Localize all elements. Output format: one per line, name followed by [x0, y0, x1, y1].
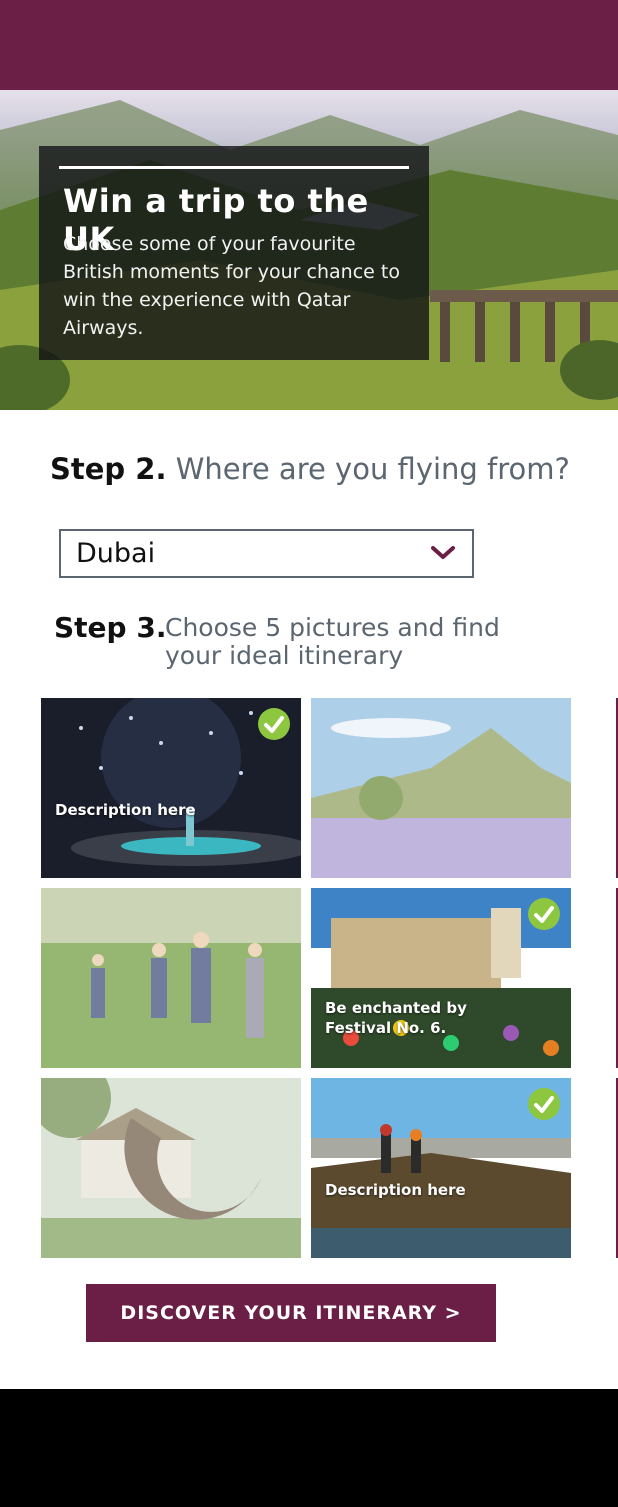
chevron-down-icon: [430, 545, 456, 565]
tile-overlay: [311, 698, 571, 878]
top-brand-bar: [0, 0, 618, 90]
tile-caption: Description here: [55, 801, 196, 819]
picture-tile[interactable]: Be enchanted by Festival No. 6.: [311, 888, 571, 1068]
tile-overlay: [41, 888, 301, 1068]
picture-tile[interactable]: [311, 698, 571, 878]
checkmark-icon: [258, 708, 290, 740]
checkmark-icon: [528, 898, 560, 930]
step2-heading: Step 2. Where are you flying from?: [50, 452, 570, 486]
discover-itinerary-button[interactable]: DISCOVER YOUR ITINERARY >: [86, 1284, 496, 1342]
footer: [0, 1389, 618, 1507]
picture-tile[interactable]: Description here: [41, 698, 301, 878]
tile-caption: Be enchanted by Festival No. 6.: [325, 999, 467, 1037]
step2-label: Step 2.: [50, 452, 167, 486]
picture-tile[interactable]: [41, 888, 301, 1068]
picture-tile[interactable]: Description here: [311, 1078, 571, 1258]
hero-description: Choose some of your favourite British mo…: [63, 233, 400, 339]
hero-banner: Win a trip to the UK Choose some of your…: [0, 90, 618, 410]
checkmark-icon: [528, 1088, 560, 1120]
step3-label: Step 3.: [54, 611, 167, 644]
step3-instruction: Choose 5 pictures and find your ideal it…: [165, 613, 500, 670]
tile-overlay: [41, 1078, 301, 1258]
selected-city: Dubai: [76, 538, 156, 569]
tile-caption: Description here: [325, 1181, 466, 1199]
hero-divider: [59, 166, 409, 169]
picture-tile[interactable]: [41, 1078, 301, 1258]
departure-city-select[interactable]: Dubai: [59, 529, 474, 578]
hero-message-box: Win a trip to the UK Choose some of your…: [39, 146, 429, 360]
step2-question: Where are you flying from?: [175, 452, 570, 486]
